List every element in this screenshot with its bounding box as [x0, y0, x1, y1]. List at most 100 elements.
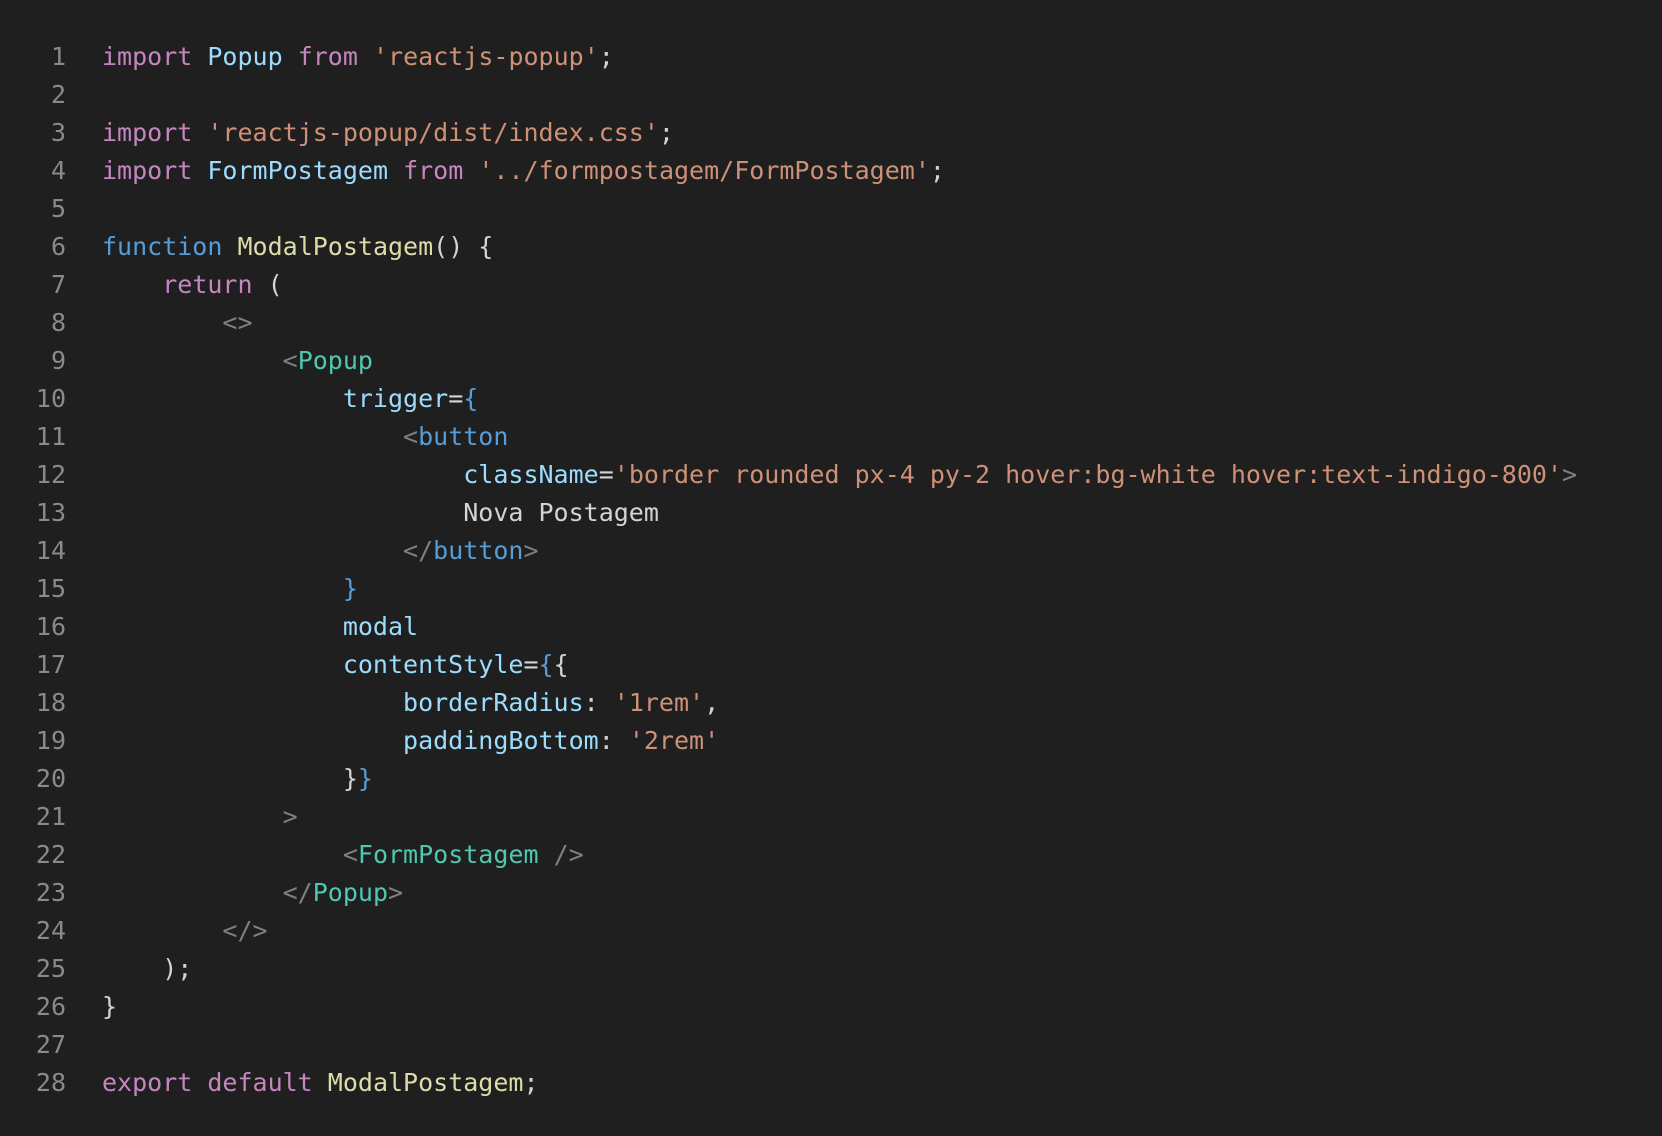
- code-token: FormPostagem: [207, 155, 388, 185]
- line-content: <FormPostagem />: [102, 840, 584, 869]
- code-line[interactable]: 16 modal: [0, 607, 1662, 645]
- line-content: import 'reactjs-popup/dist/index.css';: [102, 118, 674, 147]
- code-line[interactable]: 2: [0, 75, 1662, 113]
- line-number: 20: [35, 763, 66, 793]
- line-content: import Popup from 'reactjs-popup';: [102, 42, 614, 71]
- code-line[interactable]: 25 );: [0, 949, 1662, 987]
- line-content: </>: [102, 915, 268, 945]
- code-token: ;: [598, 41, 614, 71]
- code-token: }: [357, 763, 373, 793]
- code-token: Popup: [297, 345, 373, 375]
- code-token: ,: [704, 687, 720, 717]
- code-token: FormPostagem: [357, 839, 539, 869]
- line-content: className='border rounded px-4 py-2 hove…: [102, 460, 1577, 489]
- code-line[interactable]: 11 <button: [0, 417, 1662, 455]
- code-line[interactable]: 23 </Popup>: [0, 873, 1662, 911]
- code-line[interactable]: 26}: [0, 987, 1662, 1025]
- line-number: 7: [50, 269, 66, 299]
- code-line[interactable]: 14 </button>: [0, 531, 1662, 569]
- line-number: 12: [35, 459, 66, 489]
- code-token: ;: [658, 117, 674, 147]
- line-content: }}: [102, 764, 373, 793]
- code-line[interactable]: 6 function ModalPostagem() {: [0, 227, 1662, 265]
- code-token: ;: [523, 1067, 539, 1097]
- code-line[interactable]: 22 <FormPostagem />: [0, 835, 1662, 873]
- code-token: :: [598, 725, 629, 755]
- line-number: 11: [35, 421, 66, 451]
- code-line[interactable]: 21 >: [0, 797, 1662, 835]
- code-line[interactable]: 24 </>: [0, 911, 1662, 949]
- code-token: 'border rounded px-4 py-2 hover:bg-white…: [613, 459, 1562, 489]
- line-content: return (: [102, 269, 282, 299]
- code-line[interactable]: 1 import Popup from 'reactjs-popup';: [0, 37, 1662, 75]
- line-number: 14: [35, 535, 66, 565]
- line-number: 26: [35, 991, 66, 1021]
- line-number: 5: [50, 193, 66, 223]
- code-line[interactable]: 19 paddingBottom: '2rem': [0, 721, 1662, 759]
- code-token: </: [282, 877, 313, 907]
- code-token: '1rem': [613, 687, 705, 717]
- code-token: {: [463, 383, 479, 413]
- line-number: 16: [35, 611, 66, 641]
- code-token: return: [162, 269, 253, 299]
- line-content: }: [102, 574, 358, 603]
- code-line[interactable]: 5: [0, 189, 1662, 227]
- code-token: =: [448, 383, 464, 413]
- code-token: '../formpostagem/FormPostagem': [478, 155, 930, 185]
- code-line[interactable]: 13 Nova Postagem: [0, 493, 1662, 531]
- code-line[interactable]: 27: [0, 1025, 1662, 1063]
- code-token: default: [207, 1067, 313, 1097]
- code-token: </>: [222, 915, 268, 945]
- code-line[interactable]: 28 export default ModalPostagem;: [0, 1063, 1662, 1101]
- line-number: 15: [35, 573, 66, 603]
- line-number: 1: [50, 41, 66, 71]
- line-content: import FormPostagem from '../formpostage…: [102, 156, 945, 185]
- line-number: 4: [50, 155, 66, 185]
- line-number: 13: [35, 497, 66, 527]
- code-token: () {: [433, 231, 494, 261]
- code-token: </: [403, 535, 434, 565]
- line-content: <>: [102, 308, 252, 337]
- line-number: 23: [35, 877, 66, 907]
- line-number: 22: [35, 839, 66, 869]
- code-token: }: [342, 573, 358, 603]
- code-token: }: [342, 763, 358, 793]
- line-content: contentStyle={{: [102, 650, 569, 679]
- code-line[interactable]: 9 <Popup: [0, 341, 1662, 379]
- code-editor[interactable]: 1 import Popup from 'reactjs-popup'; 2 3 imp…: [0, 37, 1662, 1099]
- code-token: button: [418, 421, 509, 451]
- code-line[interactable]: 17 contentStyle={{: [0, 645, 1662, 683]
- code-token: >: [282, 801, 298, 831]
- code-token: modal: [342, 611, 419, 641]
- code-token: );: [162, 953, 193, 983]
- code-token: import: [102, 155, 193, 185]
- code-line[interactable]: 10 trigger={: [0, 379, 1662, 417]
- code-line[interactable]: 8 <>: [0, 303, 1662, 341]
- code-line[interactable]: 15 }: [0, 569, 1662, 607]
- code-token: import: [102, 117, 193, 147]
- code-token: :: [583, 687, 614, 717]
- code-line[interactable]: 3 import 'reactjs-popup/dist/index.css';: [0, 113, 1662, 151]
- line-number: 9: [50, 345, 66, 375]
- code-line[interactable]: 20 }}: [0, 759, 1662, 797]
- code-line[interactable]: 18 borderRadius: '1rem',: [0, 683, 1662, 721]
- code-line[interactable]: 12 className='border rounded px-4 py-2 h…: [0, 455, 1662, 493]
- line-number: 3: [50, 117, 66, 147]
- line-content: >: [102, 802, 298, 831]
- code-line[interactable]: 4 import FormPostagem from '../formpostag…: [0, 151, 1662, 189]
- code-line[interactable]: 7 return (: [0, 265, 1662, 303]
- line-number: 25: [35, 953, 66, 983]
- code-token: '2rem': [628, 725, 720, 755]
- code-token: className: [463, 459, 599, 489]
- code-token: export: [102, 1067, 193, 1097]
